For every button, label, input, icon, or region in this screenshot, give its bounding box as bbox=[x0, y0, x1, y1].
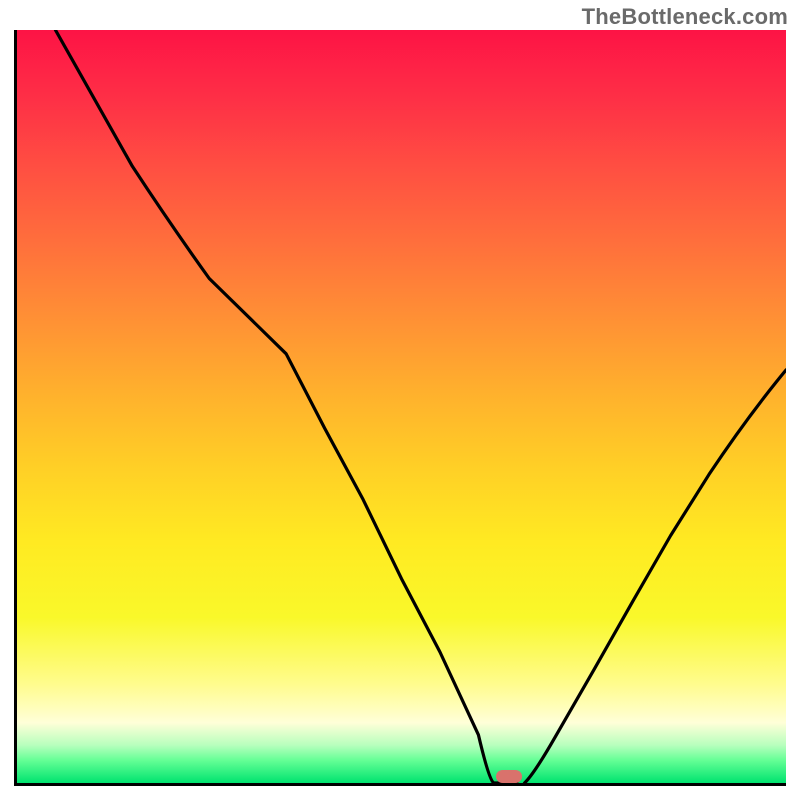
plot-area bbox=[14, 30, 786, 786]
curve-right bbox=[525, 370, 786, 783]
optimal-marker bbox=[496, 770, 522, 783]
watermark-text: TheBottleneck.com bbox=[582, 4, 788, 30]
chart-container: TheBottleneck.com bbox=[0, 0, 800, 800]
curve-left bbox=[55, 30, 516, 783]
bottleneck-curve bbox=[17, 30, 786, 783]
